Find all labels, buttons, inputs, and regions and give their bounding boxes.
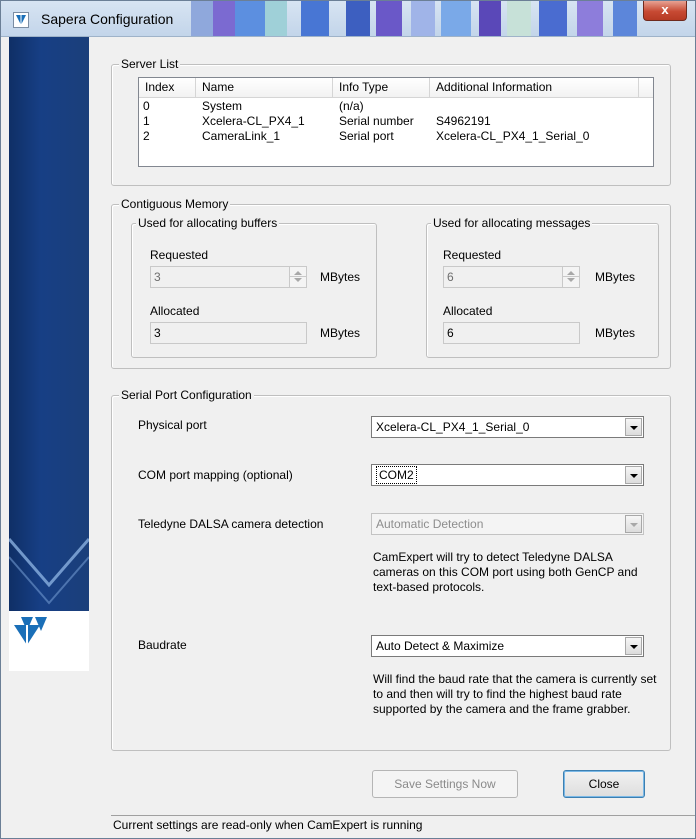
title-decoration <box>346 1 370 36</box>
messages-requested-value: 6 <box>447 270 454 284</box>
buffers-group-label: Used for allocating buffers <box>136 216 280 230</box>
messages-allocated-unit: MBytes <box>595 326 636 340</box>
sidebar-banner <box>9 37 89 651</box>
title-decoration <box>507 1 531 36</box>
contiguous-memory-group: Contiguous Memory Used for allocating bu… <box>111 197 671 369</box>
chevron-down-icon[interactable] <box>625 418 642 436</box>
title-bar[interactable]: Sapera Configuration x <box>1 1 695 37</box>
buffers-allocated-field: 3 <box>150 322 307 344</box>
cell-name: Xcelera-CL_PX4_1 <box>202 114 305 128</box>
messages-requested-stepper[interactable]: 6 <box>443 266 580 288</box>
column-header-name[interactable]: Name <box>196 78 333 97</box>
spin-arrows-icon[interactable] <box>289 267 306 287</box>
server-list-table[interactable]: Index Name Info Type Additional Informat… <box>138 77 654 167</box>
messages-requested-label: Requested <box>443 248 502 262</box>
buffers-group: Used for allocating buffers Requested 3 … <box>131 216 377 358</box>
cell-additional-information: Xcelera-CL_PX4_1_Serial_0 <box>436 129 590 143</box>
window-title: Sapera Configuration <box>41 11 174 27</box>
window-close-button[interactable]: x <box>643 1 687 21</box>
messages-allocated-label: Allocated <box>443 304 493 318</box>
contiguous-memory-label: Contiguous Memory <box>119 197 231 211</box>
title-decoration <box>265 1 287 36</box>
close-button[interactable]: Close <box>563 770 645 798</box>
baudrate-label: Baudrate <box>138 638 187 652</box>
app-icon <box>13 12 29 28</box>
title-decoration <box>191 1 213 36</box>
cell-info-type: Serial port <box>339 129 394 143</box>
chevron-down-icon[interactable] <box>625 515 642 533</box>
title-decoration <box>376 1 402 36</box>
column-header-index[interactable]: Index <box>139 78 196 97</box>
buffers-requested-label: Requested <box>150 248 209 262</box>
chevron-down-icon[interactable] <box>625 637 642 655</box>
title-decoration <box>539 1 567 36</box>
title-decoration <box>441 1 471 36</box>
buffers-requested-stepper[interactable]: 3 <box>150 266 307 288</box>
title-decoration <box>301 1 329 36</box>
com-mapping-value: COM2 <box>376 466 417 484</box>
table-row[interactable]: 1 Xcelera-CL_PX4_1 Serial number S496219… <box>139 114 653 129</box>
messages-group-label: Used for allocating messages <box>431 216 593 230</box>
buffers-allocated-unit: MBytes <box>320 326 361 340</box>
com-mapping-select[interactable]: COM2 <box>371 464 644 486</box>
physical-port-value: Xcelera-CL_PX4_1_Serial_0 <box>376 420 530 434</box>
cell-index: 0 <box>143 99 150 113</box>
messages-allocated-value: 6 <box>447 326 454 340</box>
baudrate-select[interactable]: Auto Detect & Maximize <box>371 635 644 657</box>
table-row[interactable]: 0 System (n/a) <box>139 99 653 114</box>
title-decoration <box>479 1 501 36</box>
table-row[interactable]: 2 CameraLink_1 Serial port Xcelera-CL_PX… <box>139 129 653 144</box>
save-settings-button[interactable]: Save Settings Now <box>372 770 518 798</box>
buffers-requested-value: 3 <box>154 270 161 284</box>
buffers-requested-unit: MBytes <box>320 270 361 284</box>
camera-detection-label: Teledyne DALSA camera detection <box>138 517 324 531</box>
cell-name: CameraLink_1 <box>202 129 281 143</box>
column-header-info-type[interactable]: Info Type <box>333 78 430 97</box>
buffers-allocated-label: Allocated <box>150 304 200 318</box>
status-bar: Current settings are read-only when CamE… <box>111 815 695 835</box>
spin-arrows-icon[interactable] <box>562 267 579 287</box>
messages-group: Used for allocating messages Requested 6… <box>426 216 659 358</box>
camera-detection-description: CamExpert will try to detect Teledyne DA… <box>373 550 638 594</box>
title-decoration <box>213 1 235 36</box>
serial-port-label: Serial Port Configuration <box>119 388 254 402</box>
physical-port-label: Physical port <box>138 418 207 432</box>
title-decoration <box>613 1 637 36</box>
cell-additional-information: S4962191 <box>436 114 491 128</box>
physical-port-select[interactable]: Xcelera-CL_PX4_1_Serial_0 <box>371 416 644 438</box>
com-mapping-label: COM port mapping (optional) <box>138 468 293 482</box>
cell-info-type: Serial number <box>339 114 414 128</box>
cell-index: 2 <box>143 129 150 143</box>
messages-allocated-field: 6 <box>443 322 580 344</box>
column-header-additional-information[interactable]: Additional Information <box>430 78 639 97</box>
chevron-down-icon[interactable] <box>625 466 642 484</box>
title-decoration <box>235 1 265 36</box>
buffers-allocated-value: 3 <box>154 326 161 340</box>
title-decoration <box>411 1 435 36</box>
title-decoration <box>577 1 603 36</box>
messages-requested-unit: MBytes <box>595 270 636 284</box>
baudrate-value: Auto Detect & Maximize <box>376 639 505 653</box>
cell-index: 1 <box>143 114 150 128</box>
camera-detection-select[interactable]: Automatic Detection <box>371 513 644 535</box>
baudrate-description: Will find the baud rate that the camera … <box>373 672 657 716</box>
cell-name: System <box>202 99 243 113</box>
cell-info-type: (n/a) <box>339 99 364 113</box>
sapera-configuration-window: Sapera Configuration x Server List Index… <box>0 0 696 839</box>
server-list-header: Index Name Info Type Additional Informat… <box>139 78 653 98</box>
teledyne-logo-icon <box>9 611 89 671</box>
camera-detection-value: Automatic Detection <box>376 517 484 531</box>
server-list-label: Server List <box>119 57 181 71</box>
